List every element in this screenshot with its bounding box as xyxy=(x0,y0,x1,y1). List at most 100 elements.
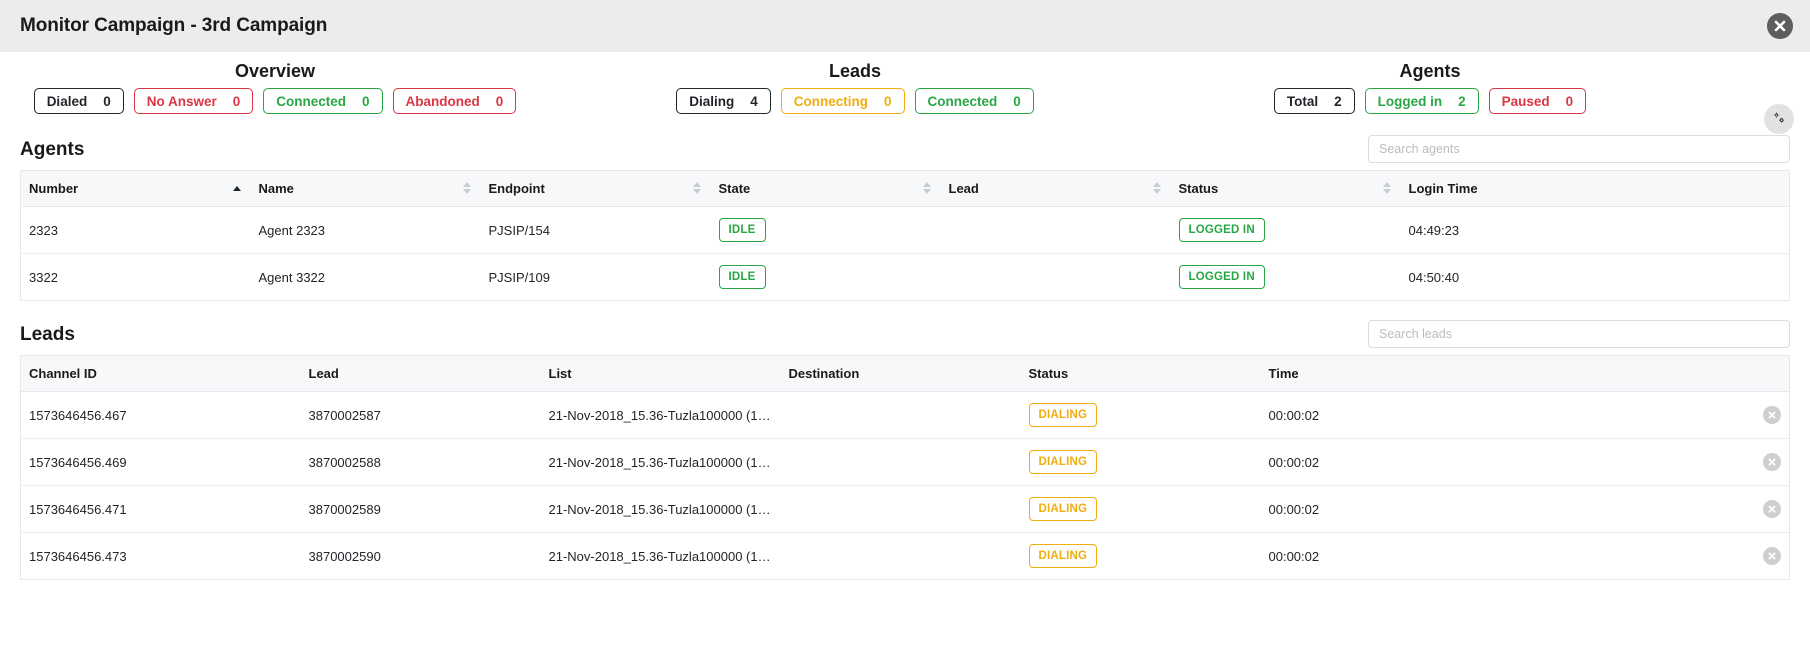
table-row[interactable]: 1573646456.469 3870002588 21-Nov-2018_15… xyxy=(20,438,1790,486)
leads-section-head: Leads xyxy=(20,315,1790,355)
agents-col-name[interactable]: Name xyxy=(250,170,481,207)
stat-chip-leads-dialing[interactable]: Dialing 4 xyxy=(676,88,771,114)
leads-table-header-row: Channel ID Lead List Destination Status … xyxy=(20,355,1790,392)
status-badge: IDLE xyxy=(718,218,766,242)
column-label: Lead xyxy=(948,181,979,196)
status-badge: DIALING xyxy=(1028,544,1098,568)
agents-col-login-time[interactable]: Login Time xyxy=(1400,170,1790,207)
status-badge: LOGGED IN xyxy=(1178,218,1265,242)
agent-login-time: 04:49:23 xyxy=(1408,222,1460,238)
agent-state: IDLE xyxy=(711,207,941,254)
agent-number: 3322 xyxy=(20,253,251,301)
stat-chip-value: 0 xyxy=(883,93,892,109)
lead-time: 00:00:02 xyxy=(1260,485,1501,533)
stat-chip-leads-connected[interactable]: Connected 0 xyxy=(914,88,1034,114)
agent-lead xyxy=(940,253,1171,301)
stat-chip-agents-paused[interactable]: Paused 0 xyxy=(1488,88,1587,114)
table-row[interactable]: 2323 Agent 2323 PJSIP/154 IDLE LOGGED IN… xyxy=(21,207,1790,254)
agents-table: Number Name Endpoint State Lead Status L… xyxy=(20,170,1790,301)
stat-chip-agents-logged-in[interactable]: Logged in 2 xyxy=(1364,88,1479,114)
agents-stats-title: Agents xyxy=(1399,61,1461,81)
remove-circle-icon[interactable] xyxy=(1763,500,1781,518)
sort-toggle-icon[interactable] xyxy=(692,181,701,196)
remove-circle-icon[interactable] xyxy=(1763,406,1781,424)
sort-toggle-icon[interactable] xyxy=(1382,181,1391,196)
lead-status: DIALING xyxy=(1020,438,1261,486)
stat-chip-agents-total[interactable]: Total 2 xyxy=(1273,88,1355,114)
lead-destination xyxy=(780,532,1021,580)
agents-col-status[interactable]: Status xyxy=(1170,170,1401,207)
status-badge: IDLE xyxy=(718,265,766,289)
table-row[interactable]: 1573646456.473 3870002590 21-Nov-2018_15… xyxy=(20,532,1790,580)
page-title: Monitor Campaign - 3rd Campaign xyxy=(20,15,328,36)
table-row[interactable]: 1573646456.467 3870002587 21-Nov-2018_15… xyxy=(21,392,1790,439)
lead-destination xyxy=(781,392,1021,439)
stat-chip-abandoned[interactable]: Abandoned 0 xyxy=(392,88,517,114)
search-agents-input[interactable] xyxy=(1368,135,1790,163)
stat-chip-no-answer[interactable]: No Answer 0 xyxy=(133,88,254,114)
column-label: Destination xyxy=(788,366,860,381)
agents-col-number[interactable]: Number xyxy=(20,170,251,207)
column-label: Number xyxy=(29,181,79,196)
agents-col-lead[interactable]: Lead xyxy=(940,170,1171,207)
agents-section: Agents Number Name Endpoint xyxy=(0,130,1810,301)
lead-status: DIALING xyxy=(1020,485,1261,533)
stat-chip-label: Abandoned xyxy=(405,93,480,109)
lead-number: 3870002588 xyxy=(300,438,541,486)
stat-chip-value: 0 xyxy=(1013,93,1021,109)
stat-chip-label: Total xyxy=(1286,93,1319,109)
stat-chip-label: Dialing xyxy=(689,93,735,109)
column-label: Channel ID xyxy=(29,366,97,381)
remove-circle-icon[interactable] xyxy=(1763,547,1781,565)
stat-chip-label: Connected xyxy=(927,93,998,109)
lead-status: DIALING xyxy=(1020,532,1261,580)
sort-toggle-icon[interactable] xyxy=(922,181,931,196)
agent-endpoint: PJSIP/109 xyxy=(480,253,711,301)
lead-list: 21-Nov-2018_15.36-Tuzla100000 (1).csv xyxy=(548,407,781,423)
leads-col-time[interactable]: Time xyxy=(1260,355,1501,392)
leads-col-destination[interactable]: Destination xyxy=(780,355,1021,392)
leads-col-channel-id[interactable]: Channel ID xyxy=(20,355,301,392)
sort-toggle-icon[interactable] xyxy=(462,181,471,196)
stat-chip-label: No Answer xyxy=(146,93,217,109)
agent-number: 2323 xyxy=(29,222,58,238)
sort-toggle-icon[interactable] xyxy=(1152,181,1161,196)
agents-section-head: Agents xyxy=(20,130,1790,170)
leads-stats: Leads Dialing 4 Connecting 0 Connected 0 xyxy=(645,60,1065,114)
lead-status: DIALING xyxy=(1021,392,1261,439)
lead-time: 00:00:02 xyxy=(1260,532,1501,580)
leads-section-title: Leads xyxy=(20,324,75,345)
leads-chip-row: Dialing 4 Connecting 0 Connected 0 xyxy=(645,88,1065,114)
agents-col-state[interactable]: State xyxy=(710,170,941,207)
remove-circle-icon[interactable] xyxy=(1763,453,1781,471)
lead-time: 00:00:02 xyxy=(1260,438,1501,486)
sort-ascending-icon[interactable] xyxy=(232,182,241,196)
column-label: Lead xyxy=(308,366,339,381)
stat-chip-connected[interactable]: Connected 0 xyxy=(263,88,383,114)
overview-stats: Overview Dialed 0 No Answer 0 Connected … xyxy=(20,60,530,114)
lead-actions xyxy=(1501,392,1790,439)
agents-col-endpoint[interactable]: Endpoint xyxy=(480,170,711,207)
lead-channel-id: 1573646456.467 xyxy=(29,407,127,423)
stat-chip-leads-connecting[interactable]: Connecting 0 xyxy=(780,88,905,114)
stat-chip-value: 4 xyxy=(750,93,758,109)
stats-strip: Overview Dialed 0 No Answer 0 Connected … xyxy=(0,52,1810,134)
agent-name: Agent 3322 xyxy=(250,253,481,301)
agents-chip-row: Total 2 Logged in 2 Paused 0 xyxy=(1220,88,1640,114)
close-icon[interactable] xyxy=(1767,13,1793,39)
table-row[interactable]: 1573646456.471 3870002589 21-Nov-2018_15… xyxy=(20,485,1790,533)
lead-time: 00:00:02 xyxy=(1268,407,1320,423)
table-row[interactable]: 3322 Agent 3322 PJSIP/109 IDLE LOGGED IN… xyxy=(20,253,1790,301)
leads-col-lead[interactable]: Lead xyxy=(300,355,541,392)
stat-chip-dialed[interactable]: Dialed 0 xyxy=(33,88,124,114)
lead-channel-id: 1573646456.471 xyxy=(20,485,301,533)
lead-destination xyxy=(780,438,1021,486)
leads-col-status[interactable]: Status xyxy=(1020,355,1261,392)
agent-lead xyxy=(941,207,1171,254)
search-leads-input[interactable] xyxy=(1368,320,1790,348)
agents-stats: Agents Total 2 Logged in 2 Paused 0 xyxy=(1220,60,1640,114)
lead-actions xyxy=(1500,438,1790,486)
column-label: State xyxy=(718,181,751,196)
stat-chip-value: 0 xyxy=(103,93,111,109)
leads-col-list[interactable]: List xyxy=(540,355,781,392)
